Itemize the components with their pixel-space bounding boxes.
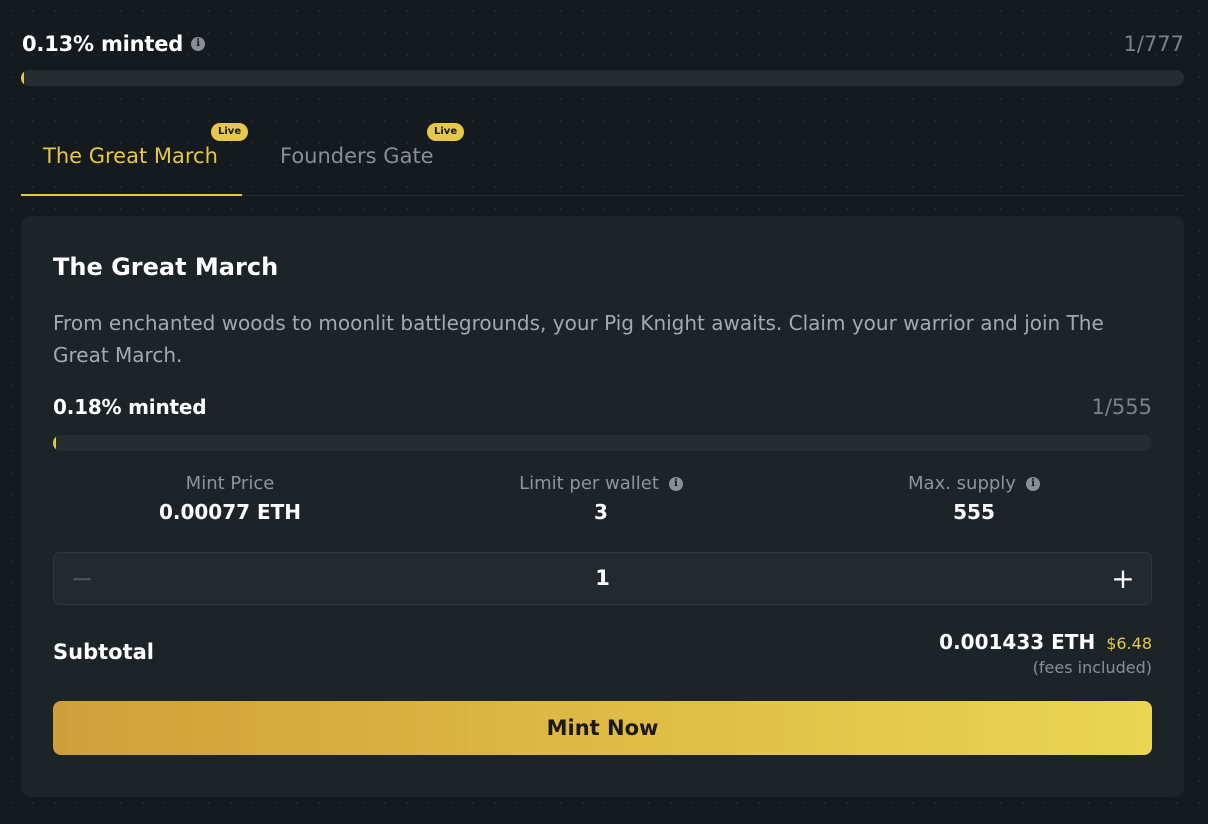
overall-minted-label: 0.13% minted i bbox=[22, 30, 206, 58]
stat-label: Mint Price bbox=[80, 472, 380, 496]
subtotal-amounts: 0.001433 ETH $6.48 bbox=[939, 628, 1152, 656]
phase-progress-header: 0.18% minted 1/555 bbox=[53, 393, 1152, 421]
phase-minted-label: 0.18% minted bbox=[53, 395, 207, 419]
card-description: From enchanted woods to moonlit battlegr… bbox=[53, 311, 1104, 367]
tab-the-great-march[interactable]: The Great March Live bbox=[21, 115, 249, 196]
live-badge: Live bbox=[427, 123, 465, 141]
quantity-stepper: − 1 + bbox=[53, 552, 1152, 605]
limit-value: 3 bbox=[594, 500, 608, 524]
tab-label: The Great March bbox=[43, 144, 218, 168]
card-title: The Great March bbox=[53, 253, 279, 281]
overall-minted-text: 0.13% minted bbox=[22, 32, 184, 56]
mint-price-value: 0.00077 ETH bbox=[158, 500, 302, 524]
minus-icon[interactable]: − bbox=[54, 553, 110, 604]
quantity-value: 1 bbox=[595, 566, 610, 590]
live-badge: Live bbox=[211, 123, 249, 141]
phase-progress-fill bbox=[53, 435, 56, 451]
subtotal-label: Subtotal bbox=[53, 640, 154, 664]
info-icon[interactable]: i bbox=[668, 477, 683, 491]
mint-card: The Great March From enchanted woods to … bbox=[21, 216, 1184, 797]
stat-limit-per-wallet: Limit per wallet i 3 bbox=[451, 472, 751, 528]
stat-mint-price: Mint Price 0.00077 ETH bbox=[80, 472, 380, 528]
mint-page: 0.13% minted i 1/777 The Great March Liv… bbox=[0, 0, 1208, 824]
overall-progress-bar bbox=[21, 70, 1184, 86]
phase-progress-bar bbox=[53, 435, 1152, 451]
overall-minted-count: 1/777 bbox=[1123, 32, 1184, 56]
mint-stats: Mint Price 0.00077 ETH Limit per wallet … bbox=[53, 472, 1152, 532]
phase-tabs: The Great March Live Founders Gate Live bbox=[21, 115, 1184, 196]
info-icon[interactable]: i bbox=[1025, 477, 1040, 491]
plus-icon[interactable]: + bbox=[1095, 553, 1151, 604]
mint-price-label: Mint Price bbox=[185, 473, 275, 494]
phase-minted-count: 1/555 bbox=[1091, 395, 1152, 419]
subtotal-usd: $6.48 bbox=[1106, 634, 1152, 653]
subtotal-eth: 0.001433 ETH bbox=[939, 630, 1096, 654]
info-icon[interactable]: i bbox=[191, 37, 206, 51]
limit-label: Limit per wallet bbox=[519, 473, 659, 494]
stat-max-supply: Max. supply i 555 bbox=[824, 472, 1124, 528]
overall-progress-fill bbox=[21, 70, 24, 86]
tab-label: Founders Gate bbox=[280, 144, 434, 168]
stat-label: Max. supply i bbox=[824, 472, 1124, 496]
fees-note: (fees included) bbox=[1032, 658, 1152, 677]
supply-label: Max. supply bbox=[908, 473, 1016, 494]
tab-founders-gate[interactable]: Founders Gate Live bbox=[280, 115, 465, 194]
stat-label: Limit per wallet i bbox=[451, 472, 751, 496]
mint-now-button[interactable]: Mint Now bbox=[53, 701, 1152, 755]
overall-progress-header: 0.13% minted i 1/777 bbox=[22, 30, 1184, 58]
supply-value: 555 bbox=[953, 500, 995, 524]
subtotal-summary: 0.001433 ETH $6.48 (fees included) bbox=[939, 628, 1152, 680]
